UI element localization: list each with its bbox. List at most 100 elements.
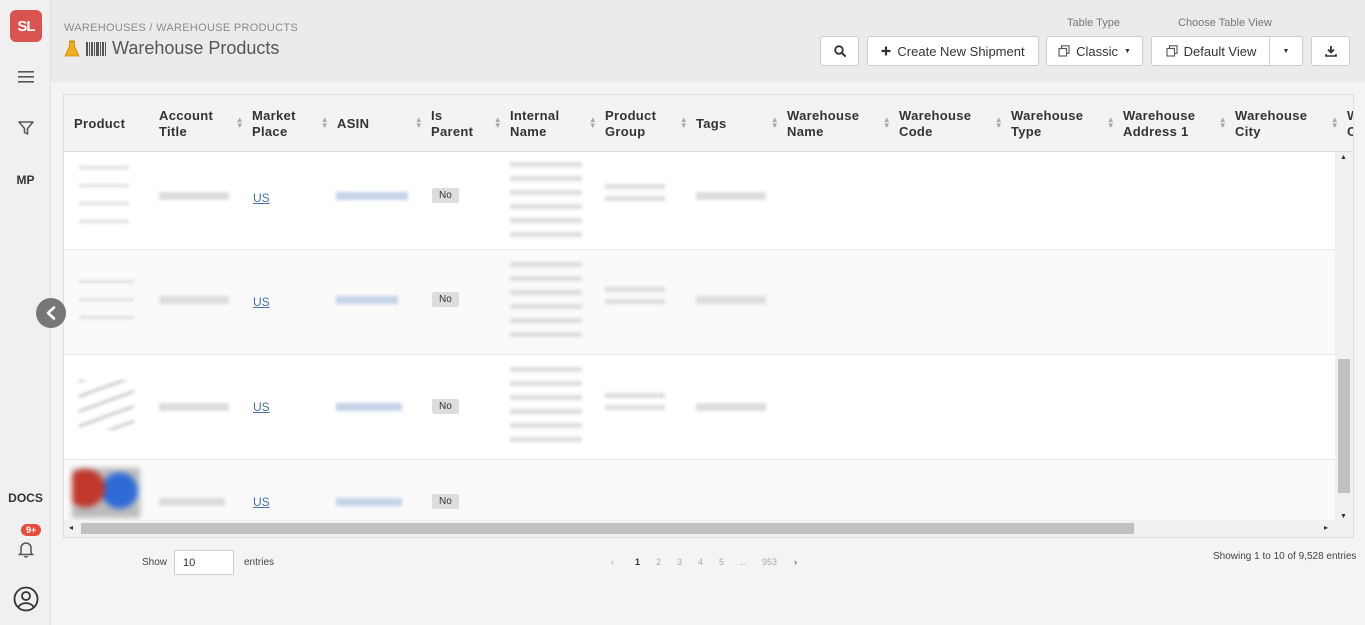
- barcode-icon: [86, 41, 106, 56]
- tags: [696, 192, 766, 200]
- sort-icon: ▲ ▼: [414, 115, 423, 130]
- column-header[interactable]: Warehouse Name ▲ ▼: [787, 95, 899, 152]
- page-title-row: Warehouse Products: [64, 38, 279, 59]
- table-row[interactable]: US No: [64, 152, 1336, 250]
- tags: [696, 403, 766, 411]
- product-group: [605, 393, 665, 415]
- product-thumbnail[interactable]: [72, 468, 140, 518]
- column-header[interactable]: W C: [1347, 95, 1353, 152]
- sort-icon: ▲ ▼: [1106, 115, 1115, 130]
- column-header[interactable]: Warehouse Address 1 ▲ ▼: [1123, 95, 1235, 152]
- column-header[interactable]: Tags ▲ ▼: [696, 95, 787, 152]
- page-title: Warehouse Products: [112, 38, 280, 58]
- page-link[interactable]: 5: [719, 557, 724, 567]
- column-header[interactable]: Product: [74, 95, 159, 152]
- sort-icon: ▲ ▼: [493, 115, 502, 130]
- table-view-dropdown-toggle[interactable]: ▼: [1269, 36, 1303, 66]
- product-thumbnail[interactable]: [79, 166, 129, 226]
- marketplace-link[interactable]: US: [253, 400, 270, 414]
- page-link[interactable]: 2: [656, 557, 661, 567]
- table-summary: Showing 1 to 10 of 9,528 entries: [1213, 551, 1357, 562]
- asin-link[interactable]: [336, 403, 402, 411]
- table-view-value: Default View: [1183, 43, 1257, 59]
- table-type-dropdown[interactable]: Classic ▼: [1046, 36, 1143, 66]
- is-parent-badge: No: [432, 494, 459, 509]
- column-header[interactable]: Product Group ▲ ▼: [605, 95, 696, 152]
- column-header[interactable]: Warehouse Type ▲ ▼: [1011, 95, 1123, 152]
- scroll-right-icon[interactable]: ▸: [1324, 523, 1328, 532]
- table-type-value: Classic: [1076, 43, 1118, 59]
- table-row[interactable]: US No: [64, 250, 1336, 355]
- user-profile-icon[interactable]: [0, 586, 51, 612]
- account-title: [159, 498, 225, 506]
- vertical-scrollbar[interactable]: ▲ ▼: [1335, 152, 1353, 522]
- product-group: [605, 184, 665, 206]
- search-icon: [833, 45, 846, 57]
- vertical-scroll-thumb[interactable]: [1338, 359, 1350, 493]
- horizontal-scrollbar[interactable]: ◂ ▸: [64, 520, 1353, 537]
- table-row[interactable]: US No: [64, 355, 1336, 460]
- page-header: WAREHOUSES / WAREHOUSE PRODUCTS Warehous…: [51, 0, 1365, 82]
- column-header[interactable]: Internal Name ▲ ▼: [510, 95, 605, 152]
- sidebar-mp[interactable]: MP: [0, 173, 51, 187]
- table-view-button[interactable]: Default View: [1151, 36, 1271, 66]
- pager-next[interactable]: ›: [794, 557, 797, 567]
- table-type-label: Table Type: [1067, 17, 1121, 29]
- column-header[interactable]: Is Parent ▲ ▼: [431, 95, 510, 152]
- choose-view-label: Choose Table View: [1178, 17, 1272, 29]
- app-logo[interactable]: SL: [10, 10, 42, 42]
- scroll-down-icon[interactable]: ▼: [1340, 513, 1347, 520]
- is-parent-badge: No: [432, 292, 459, 307]
- page-ellipsis: ...: [739, 557, 747, 567]
- page-link[interactable]: 953: [762, 557, 777, 567]
- tags: [696, 296, 766, 304]
- sidebar-docs[interactable]: DOCS: [0, 491, 51, 505]
- column-header[interactable]: ASIN ▲ ▼: [337, 95, 431, 152]
- notification-badge: 9+: [21, 524, 42, 536]
- menu-icon[interactable]: [0, 66, 51, 88]
- sort-icon: ▲ ▼: [320, 115, 329, 130]
- horizontal-scroll-thumb[interactable]: [81, 523, 1134, 534]
- page-link[interactable]: 3: [677, 557, 682, 567]
- sort-icon: ▲ ▼: [882, 115, 891, 130]
- search-button[interactable]: [820, 36, 859, 66]
- collapse-sidebar-button[interactable]: [36, 298, 66, 328]
- flask-icon: [64, 40, 80, 56]
- sort-icon: ▲ ▼: [588, 115, 597, 130]
- marketplace-link[interactable]: US: [253, 495, 270, 509]
- scroll-up-icon[interactable]: ▲: [1340, 154, 1347, 161]
- sort-icon: ▲ ▼: [1330, 115, 1339, 130]
- bell-icon[interactable]: [0, 538, 51, 560]
- filter-icon[interactable]: [0, 117, 51, 139]
- column-header[interactable]: Warehouse City ▲ ▼: [1235, 95, 1347, 152]
- entries-per-page-input[interactable]: 10: [174, 550, 234, 575]
- marketplace-link[interactable]: US: [253, 191, 270, 205]
- sort-icon: ▲ ▼: [994, 115, 1003, 130]
- scroll-left-icon[interactable]: ◂: [69, 523, 73, 532]
- asin-link[interactable]: [336, 192, 408, 200]
- product-thumbnail[interactable]: [79, 380, 134, 430]
- sort-icon: ▲ ▼: [770, 115, 779, 130]
- create-shipment-label: Create New Shipment: [897, 43, 1025, 59]
- caret-down-icon: ▼: [1282, 47, 1290, 55]
- page-link[interactable]: 4: [698, 557, 703, 567]
- column-header[interactable]: Account Title ▲ ▼: [159, 95, 252, 152]
- asin-link[interactable]: [336, 498, 402, 506]
- page-link-current[interactable]: 1: [635, 557, 640, 567]
- account-title: [159, 192, 229, 200]
- marketplace-link[interactable]: US: [253, 295, 270, 309]
- plus-icon: [881, 46, 891, 56]
- is-parent-badge: No: [432, 399, 459, 414]
- table-row[interactable]: US No: [64, 460, 1336, 522]
- column-header[interactable]: Market Place ▲ ▼: [252, 95, 337, 152]
- sort-icon: ▲ ▼: [1218, 115, 1227, 130]
- column-header[interactable]: Warehouse Code ▲ ▼: [899, 95, 1011, 152]
- is-parent-badge: No: [432, 188, 459, 203]
- download-button[interactable]: [1311, 36, 1350, 66]
- account-title: [159, 296, 229, 304]
- create-shipment-button[interactable]: Create New Shipment: [867, 36, 1039, 66]
- asin-link[interactable]: [336, 296, 398, 304]
- product-group: [605, 287, 665, 309]
- pager-prev[interactable]: ‹: [611, 557, 614, 567]
- product-thumbnail[interactable]: [79, 280, 134, 325]
